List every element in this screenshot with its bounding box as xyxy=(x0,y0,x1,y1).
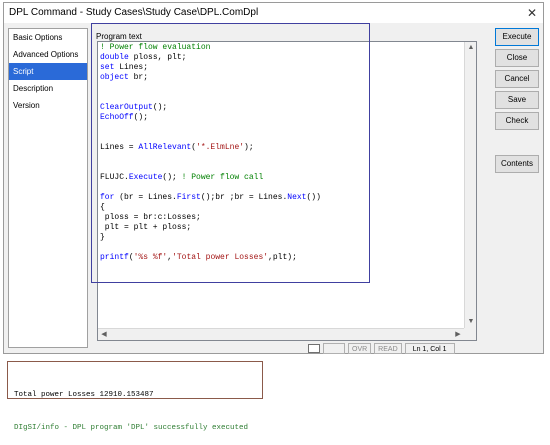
code-line: plt = plt + ploss; xyxy=(100,223,462,233)
sidebar-item-advanced-options[interactable]: Advanced Options xyxy=(9,46,87,63)
output-line-info: DIgSI/info - DPL program 'DPL' successfu… xyxy=(14,424,249,432)
code-token: AllRelevant xyxy=(138,143,192,152)
code-token: printf xyxy=(100,253,129,262)
code-token: } xyxy=(100,233,105,242)
code-token: plt = plt + ploss; xyxy=(100,223,192,232)
code-token: ,plt); xyxy=(268,253,297,262)
code-token: set xyxy=(100,63,115,72)
code-line: for (br = Lines.First();br ;br = Lines.N… xyxy=(100,193,462,203)
code-line: object br; xyxy=(100,73,462,83)
horizontal-scrollbar[interactable]: ◀ ▶ xyxy=(98,328,464,340)
code-token: FLUJC. xyxy=(100,173,129,182)
options-sidebar: Basic Options Advanced Options Script Descr… xyxy=(8,28,88,348)
cancel-button[interactable]: Cancel xyxy=(495,70,539,88)
code-line: FLUJC.Execute(); ! Power flow call xyxy=(100,173,462,183)
code-line: ploss = br:c:Losses; xyxy=(100,213,462,223)
code-token: ()) xyxy=(306,193,321,202)
code-line: } xyxy=(100,233,462,243)
overwrite-indicator: OVR xyxy=(348,342,372,354)
scroll-left-icon[interactable]: ◀ xyxy=(98,329,110,340)
code-token: br; xyxy=(128,73,149,82)
program-text-editor[interactable]: ! Power flow evaluation double ploss, plt… xyxy=(97,41,477,341)
code-token: object xyxy=(100,73,129,82)
sidebar-item-description[interactable]: Description xyxy=(9,80,87,97)
code-token: ();br ;br = Lines. xyxy=(200,193,288,202)
code-line: double ploss, plt; xyxy=(100,53,462,63)
check-button[interactable]: Check xyxy=(495,112,539,130)
window-title: DPL Command - Study Cases\Study Case\DPL… xyxy=(9,7,259,18)
code-token: EchoOff xyxy=(100,113,134,122)
code-line: printf('%s %f','Total power Losses',plt)… xyxy=(100,253,462,263)
cursor-position: Ln 1, Col 1 xyxy=(404,342,455,354)
code-line: set Lines; xyxy=(100,63,462,73)
title-bar: DPL Command - Study Cases\Study Case\DPL… xyxy=(4,3,543,23)
code-line: ! Power flow evaluation xyxy=(100,43,462,53)
contents-button[interactable]: Contents xyxy=(495,155,539,173)
code-token: First xyxy=(176,193,201,202)
code-token: ClearOutput xyxy=(100,103,153,112)
code-token: (br = Lines. xyxy=(114,193,177,202)
code-token: ! Power flow evaluation xyxy=(100,43,211,52)
dialog-content: Basic Options Advanced Options Script Descr… xyxy=(4,23,543,354)
execute-button[interactable]: Execute xyxy=(495,28,539,46)
sidebar-item-basic-options[interactable]: Basic Options xyxy=(9,29,87,46)
code-token: for xyxy=(100,193,115,202)
code-line: { xyxy=(100,203,462,213)
code-token: '%s %f' xyxy=(133,253,168,262)
code-area[interactable]: ! Power flow evaluation double ploss, plt… xyxy=(100,43,462,263)
code-token: ! Power flow call xyxy=(181,173,264,182)
code-token: double xyxy=(100,53,129,62)
scroll-right-icon[interactable]: ▶ xyxy=(452,329,464,340)
code-token: ); xyxy=(244,143,254,152)
readonly-indicator: READ xyxy=(374,342,402,354)
code-token: Next xyxy=(287,193,307,202)
scroll-up-icon[interactable]: ▲ xyxy=(465,42,476,54)
code-token: ploss, plt; xyxy=(128,53,187,62)
sidebar-item-version[interactable]: Version xyxy=(9,97,87,114)
scroll-corner xyxy=(464,328,476,340)
code-token: ploss = br:c:Losses; xyxy=(100,213,201,222)
close-button[interactable]: Close xyxy=(495,49,539,67)
output-window: Total power Losses 12910.153487 DIgSI/in… xyxy=(7,361,263,432)
code-token: '*.ElmLne' xyxy=(196,143,245,152)
code-token: Lines; xyxy=(114,63,149,72)
sidebar-item-script[interactable]: Script xyxy=(9,63,87,80)
dpl-command-window: DPL Command - Study Cases\Study Case\DPL… xyxy=(3,2,544,354)
code-token: (); xyxy=(152,103,168,112)
code-token: (); xyxy=(133,113,149,122)
status-spacer xyxy=(323,342,345,354)
code-token: 'Total power Losses' xyxy=(172,253,269,262)
code-line: EchoOff(); xyxy=(100,113,462,123)
scroll-down-icon[interactable]: ▼ xyxy=(465,316,476,328)
close-icon[interactable]: ✕ xyxy=(527,3,537,23)
code-token: Execute xyxy=(128,173,163,182)
save-button[interactable]: Save xyxy=(495,91,539,109)
output-line-result: Total power Losses 12910.153487 xyxy=(14,391,154,399)
script-panel: Program text ! Power flow evaluation doub… xyxy=(92,23,488,354)
code-line: Lines = AllRelevant('*.ElmLne'); xyxy=(100,143,462,153)
code-token: Lines = xyxy=(100,143,139,152)
code-token: (); xyxy=(162,173,182,182)
code-token: { xyxy=(100,203,105,212)
editor-status-bar: OVR READ Ln 1, Col 1 xyxy=(308,342,455,354)
vertical-scrollbar[interactable]: ▲ ▼ xyxy=(464,42,476,328)
program-text-label: Program text xyxy=(96,32,142,41)
action-buttons: Execute Close Cancel Save Check Contents xyxy=(495,28,539,173)
editor-mode-icon[interactable] xyxy=(308,343,320,353)
code-line: ClearOutput(); xyxy=(100,103,462,113)
